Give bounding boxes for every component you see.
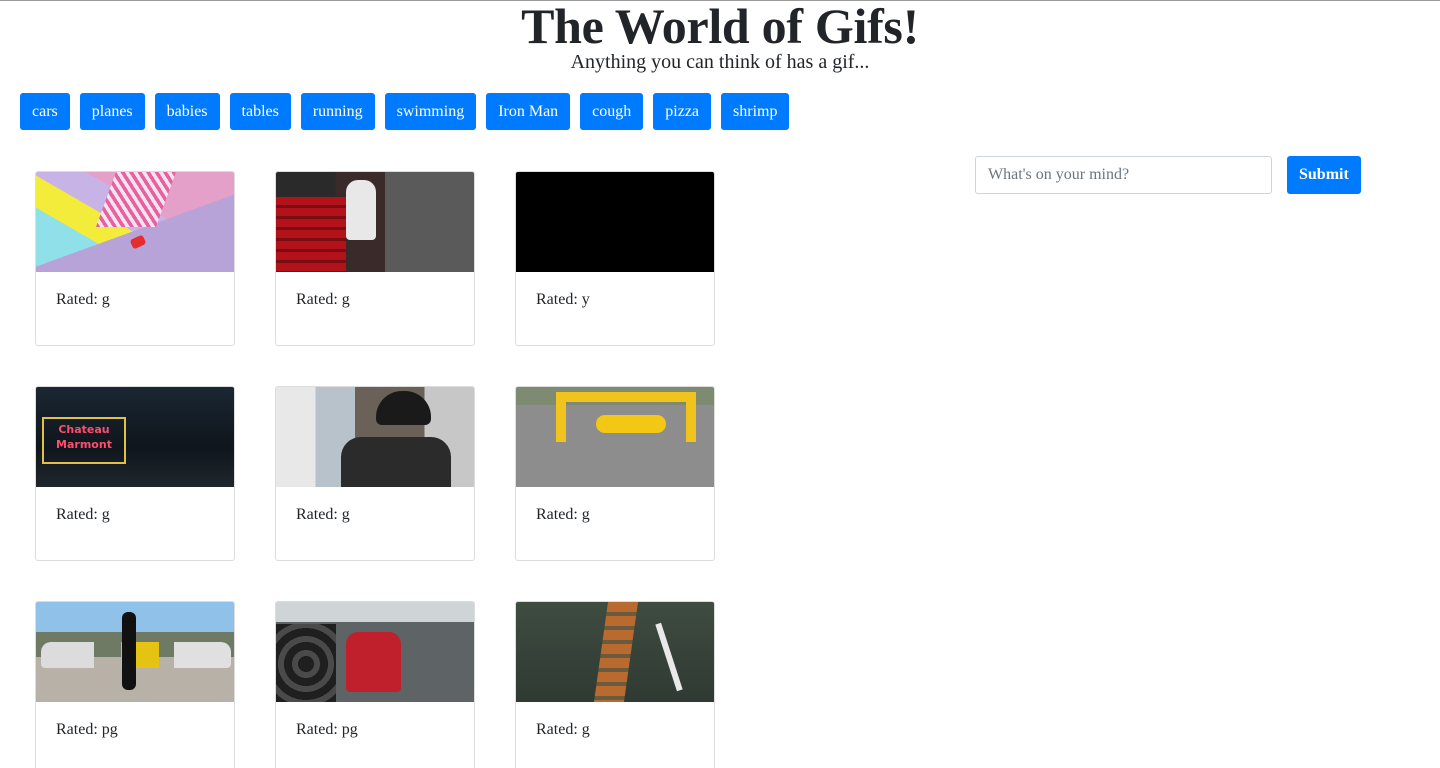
- topic-button-iron-man[interactable]: Iron Man: [486, 93, 571, 130]
- topic-buttons: cars planes babies tables running swimmi…: [20, 93, 790, 130]
- topic-button-running[interactable]: running: [300, 93, 375, 130]
- gif-image[interactable]: [276, 387, 474, 487]
- gif-card: Rated: pg: [35, 601, 235, 768]
- gif-card: Rated: g: [275, 386, 475, 561]
- topic-button-swimming[interactable]: swimming: [384, 93, 477, 130]
- gif-rating: Rated: pg: [296, 721, 358, 738]
- gif-image[interactable]: [276, 602, 474, 702]
- topic-input[interactable]: [975, 156, 1272, 194]
- gif-rating: Rated: g: [296, 291, 350, 308]
- gif-image[interactable]: [516, 172, 714, 272]
- gif-grid: Rated: g Rated: g Rated: y Rated: g Rate…: [35, 171, 715, 768]
- gif-rating: Rated: g: [296, 506, 350, 523]
- gif-card: Rated: pg: [275, 601, 475, 768]
- gif-image[interactable]: [276, 172, 474, 272]
- gif-image[interactable]: [516, 602, 714, 702]
- gif-card: Rated: g: [35, 386, 235, 561]
- gif-rating: Rated: g: [56, 506, 110, 523]
- topic-button-shrimp[interactable]: shrimp: [721, 93, 790, 130]
- gif-rating: Rated: g: [536, 506, 590, 523]
- gif-image[interactable]: [36, 602, 234, 702]
- gif-rating: Rated: y: [536, 291, 590, 308]
- gif-card: Rated: g: [515, 601, 715, 768]
- page-header: The World of Gifs! Anything you can thin…: [0, 0, 1440, 73]
- topic-button-babies[interactable]: babies: [154, 93, 220, 130]
- gif-image[interactable]: [516, 387, 714, 487]
- gif-rating: Rated: g: [536, 721, 590, 738]
- gif-image[interactable]: [36, 172, 234, 272]
- gif-rating: Rated: g: [56, 291, 110, 308]
- gif-card: Rated: g: [515, 386, 715, 561]
- gif-rating: Rated: pg: [56, 721, 118, 738]
- topic-button-planes[interactable]: planes: [79, 93, 145, 130]
- gif-card: Rated: g: [35, 171, 235, 346]
- page-subtitle: Anything you can think of has a gif...: [570, 51, 870, 73]
- gif-image[interactable]: [36, 387, 234, 487]
- gif-card: Rated: g: [275, 171, 475, 346]
- topic-button-cough[interactable]: cough: [580, 93, 644, 130]
- topic-button-tables[interactable]: tables: [229, 93, 291, 130]
- gif-card: Rated: y: [515, 171, 715, 346]
- topic-button-pizza[interactable]: pizza: [653, 93, 712, 130]
- add-topic-form: Submit: [975, 156, 1361, 194]
- topic-button-cars[interactable]: cars: [20, 93, 70, 130]
- page-title: The World of Gifs!: [521, 0, 919, 54]
- top-border-line: [0, 0, 1440, 1]
- submit-button[interactable]: Submit: [1287, 156, 1361, 194]
